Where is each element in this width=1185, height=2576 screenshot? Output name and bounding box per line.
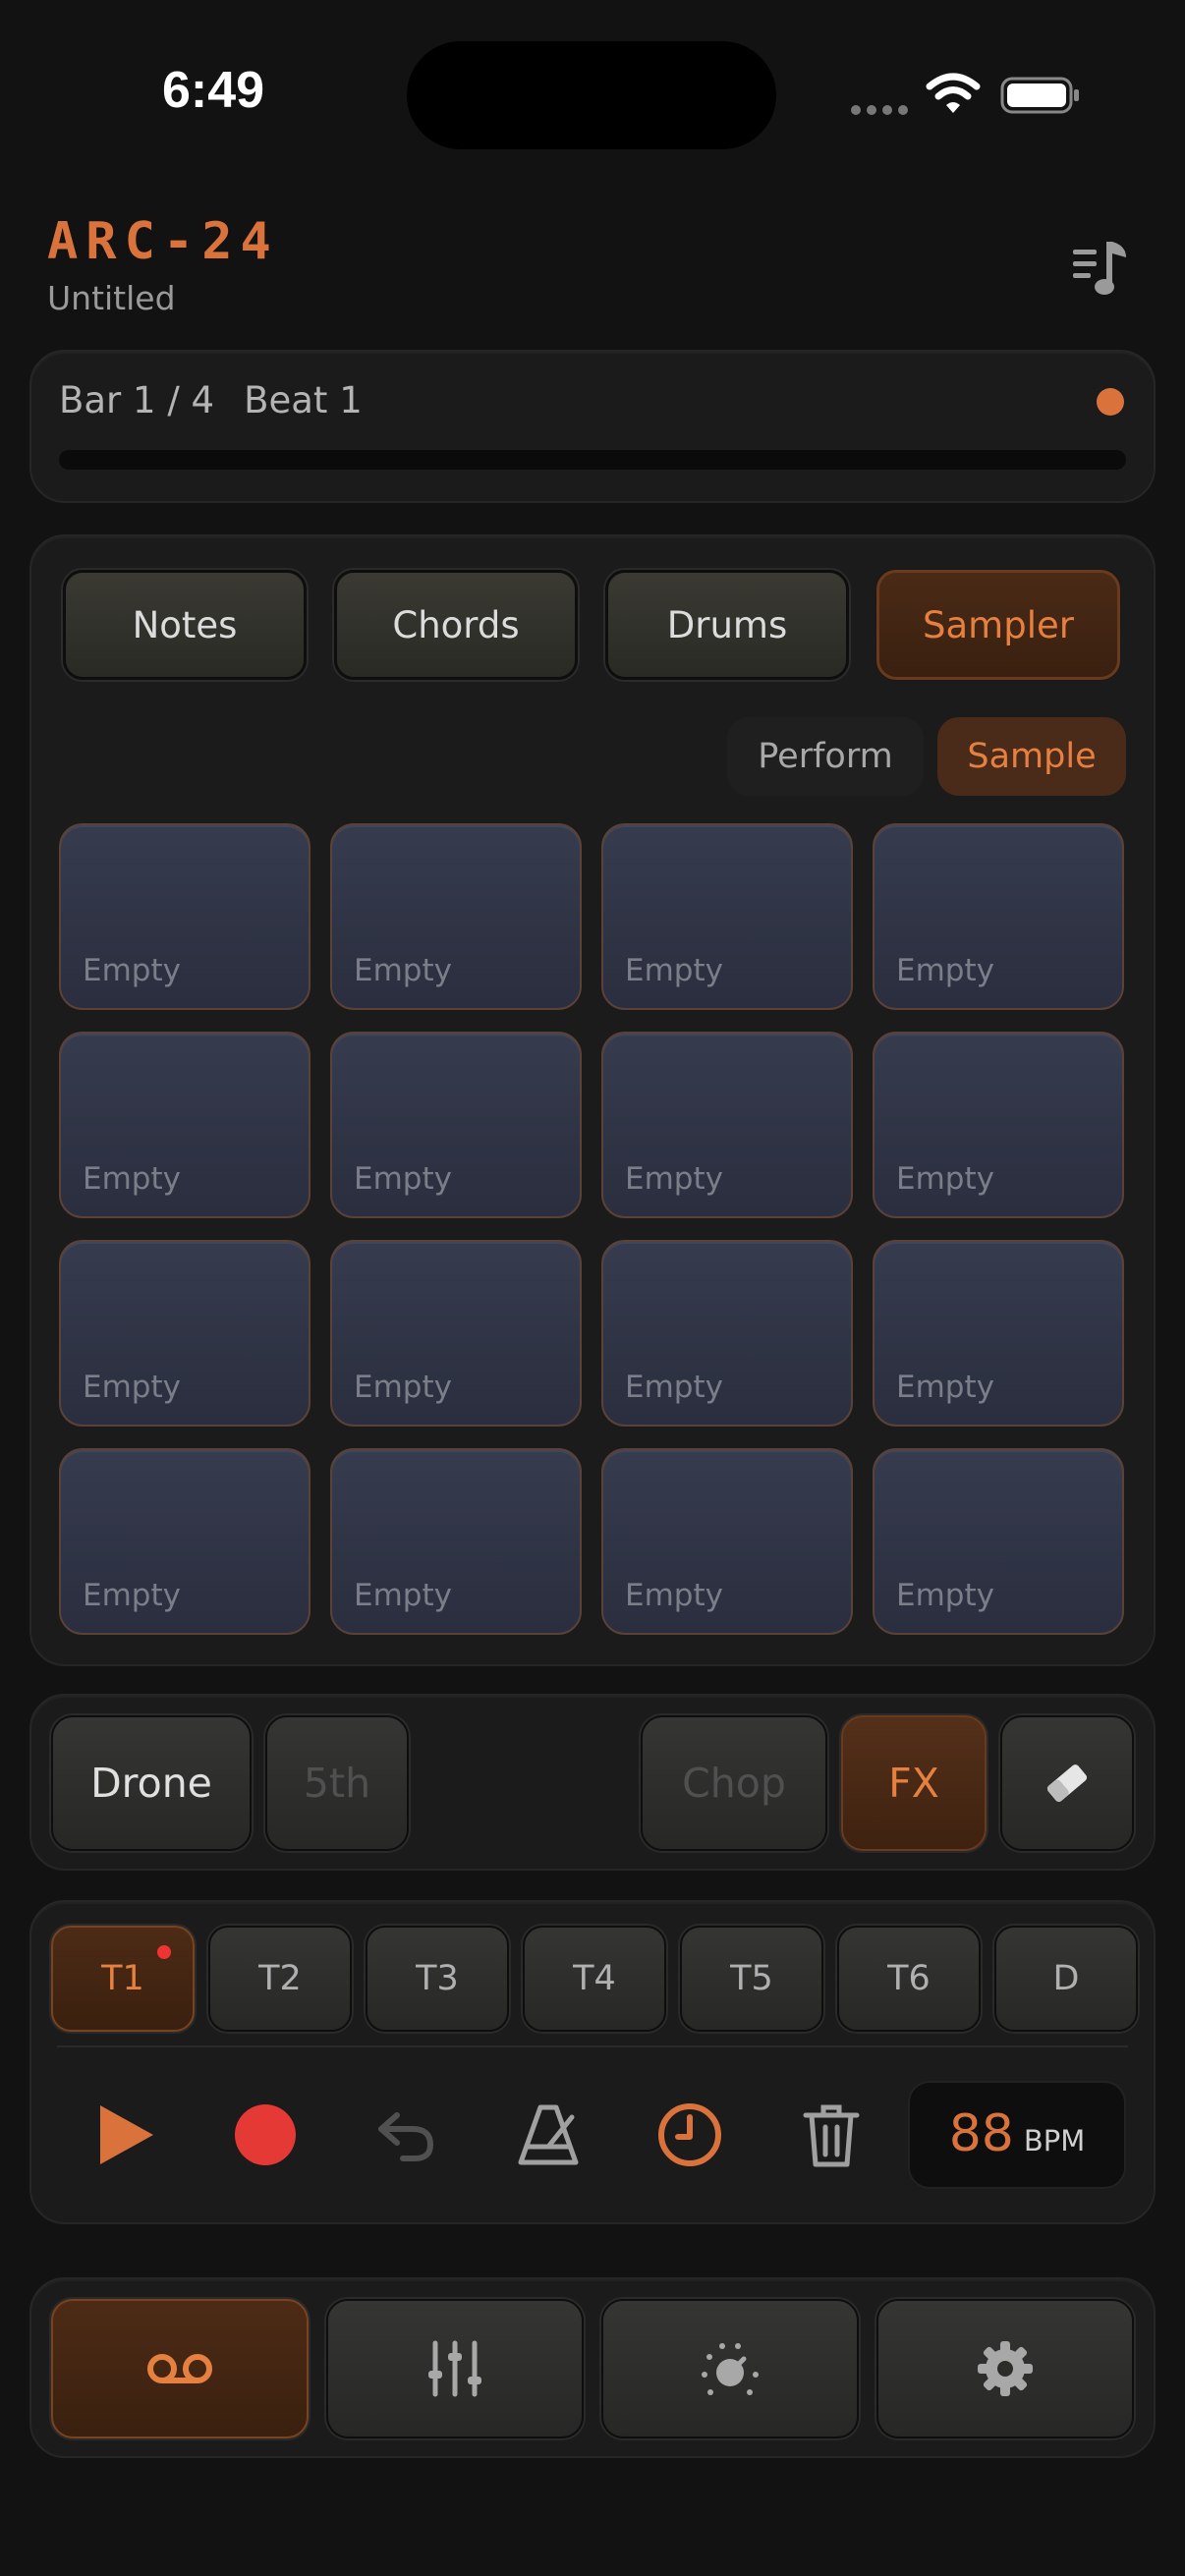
sample-pad[interactable]: Empty bbox=[873, 1240, 1124, 1427]
bpm-value: 88 bbox=[948, 2104, 1014, 2163]
perform-toggle[interactable]: Perform bbox=[727, 717, 924, 796]
track-label: D bbox=[1052, 1959, 1080, 1998]
eraser-button[interactable] bbox=[1000, 1715, 1134, 1851]
track-t6-button[interactable]: T6 bbox=[837, 1926, 981, 2032]
gear-icon bbox=[978, 2341, 1033, 2396]
track-label: T1 bbox=[101, 1959, 144, 1998]
pad-label: Empty bbox=[625, 1161, 723, 1197]
pad-label: Empty bbox=[354, 953, 452, 988]
bar-counter: Bar 1 / 4 bbox=[59, 379, 215, 421]
sample-pad[interactable]: Empty bbox=[330, 823, 582, 1010]
track-t3-button[interactable]: T3 bbox=[366, 1926, 509, 2032]
track-t1-button[interactable]: T1 bbox=[51, 1926, 195, 2032]
divider bbox=[57, 2045, 1128, 2047]
mode-drums-button[interactable]: Drums bbox=[605, 570, 849, 680]
nav-dial-button[interactable] bbox=[601, 2299, 859, 2438]
mode-chords-button[interactable]: Chords bbox=[334, 570, 578, 680]
sample-toggle[interactable]: Sample bbox=[937, 717, 1126, 796]
pad-label: Empty bbox=[83, 1370, 181, 1405]
sample-pad[interactable]: Empty bbox=[330, 1032, 582, 1218]
pad-label: Empty bbox=[354, 1578, 452, 1613]
pad-label: Empty bbox=[354, 1161, 452, 1197]
sample-pad[interactable]: Empty bbox=[601, 823, 853, 1010]
sample-pad[interactable]: Empty bbox=[873, 1032, 1124, 1218]
pad-label: Empty bbox=[896, 1370, 994, 1405]
pad-label: Empty bbox=[896, 1578, 994, 1613]
mode-notes-button[interactable]: Notes bbox=[63, 570, 307, 680]
track-label: T6 bbox=[887, 1959, 931, 1998]
sample-pad[interactable]: Empty bbox=[330, 1448, 582, 1635]
sample-pad[interactable]: Empty bbox=[59, 1448, 310, 1635]
pad-label: Empty bbox=[625, 953, 723, 988]
dial-knob-icon bbox=[702, 2343, 759, 2395]
sample-pad[interactable]: Empty bbox=[601, 1448, 853, 1635]
sample-pad[interactable]: Empty bbox=[59, 1032, 310, 1218]
track-content-dot bbox=[157, 1945, 171, 1959]
position-readout: Bar 1 / 4 Beat 1 bbox=[59, 379, 392, 421]
sample-pad[interactable]: Empty bbox=[59, 823, 310, 1010]
track-t2-button[interactable]: T2 bbox=[208, 1926, 352, 2032]
sample-pad[interactable]: Empty bbox=[330, 1240, 582, 1427]
bpm-unit: BPM bbox=[1023, 2124, 1086, 2157]
status-time: 6:49 bbox=[162, 62, 265, 119]
clock-icon[interactable] bbox=[652, 2098, 727, 2172]
trash-icon[interactable] bbox=[794, 2098, 869, 2172]
beat-counter: Beat 1 bbox=[244, 379, 363, 421]
bar-progress bbox=[59, 450, 1126, 470]
fx-button[interactable]: FX bbox=[841, 1715, 987, 1851]
tempo-display[interactable]: 88 BPM bbox=[908, 2081, 1126, 2189]
sample-pad[interactable]: Empty bbox=[873, 1448, 1124, 1635]
pad-label: Empty bbox=[625, 1578, 723, 1613]
track-label: T5 bbox=[730, 1959, 773, 1998]
nav-settings-button[interactable] bbox=[876, 2299, 1134, 2438]
undo-icon[interactable] bbox=[369, 2098, 444, 2172]
track-label: T2 bbox=[258, 1959, 302, 1998]
mode-sampler-button[interactable]: Sampler bbox=[876, 570, 1120, 680]
pad-label: Empty bbox=[896, 1161, 994, 1197]
sample-pad[interactable]: Empty bbox=[59, 1240, 310, 1427]
nav-mixer-button[interactable] bbox=[326, 2299, 584, 2438]
battery-icon bbox=[1000, 77, 1079, 114]
pad-label: Empty bbox=[83, 1161, 181, 1197]
track-d-button[interactable]: D bbox=[994, 1926, 1138, 2032]
activity-indicator bbox=[1097, 388, 1124, 416]
dynamic-island bbox=[407, 41, 776, 149]
sample-pad[interactable]: Empty bbox=[601, 1240, 853, 1427]
drone-button[interactable]: Drone bbox=[51, 1715, 252, 1851]
sample-pad[interactable]: Empty bbox=[601, 1032, 853, 1218]
track-label: T3 bbox=[416, 1959, 459, 1998]
playlist-icon[interactable] bbox=[1069, 236, 1134, 301]
mixer-sliders-icon bbox=[428, 2340, 481, 2397]
sample-pad[interactable]: Empty bbox=[873, 823, 1124, 1010]
record-icon[interactable] bbox=[228, 2098, 303, 2172]
nav-recorder-button[interactable] bbox=[51, 2299, 309, 2438]
track-t4-button[interactable]: T4 bbox=[523, 1926, 666, 2032]
position-panel bbox=[29, 350, 1156, 503]
track-label: T4 bbox=[573, 1959, 616, 1998]
pad-label: Empty bbox=[625, 1370, 723, 1405]
project-name[interactable]: Untitled bbox=[47, 279, 176, 317]
eraser-icon bbox=[1046, 1764, 1088, 1802]
wifi-icon bbox=[926, 73, 981, 113]
fifth-button[interactable]: 5th bbox=[265, 1715, 409, 1851]
pad-label: Empty bbox=[83, 953, 181, 988]
pad-label: Empty bbox=[83, 1578, 181, 1613]
voicemail-icon bbox=[147, 2354, 212, 2383]
cellular-icon bbox=[851, 105, 908, 115]
pad-label: Empty bbox=[896, 953, 994, 988]
app-title: ARC-24 bbox=[47, 212, 279, 271]
metronome-icon[interactable] bbox=[511, 2098, 586, 2172]
chop-button[interactable]: Chop bbox=[641, 1715, 827, 1851]
track-t5-button[interactable]: T5 bbox=[680, 1926, 823, 2032]
play-icon[interactable] bbox=[88, 2098, 163, 2172]
pad-label: Empty bbox=[354, 1370, 452, 1405]
